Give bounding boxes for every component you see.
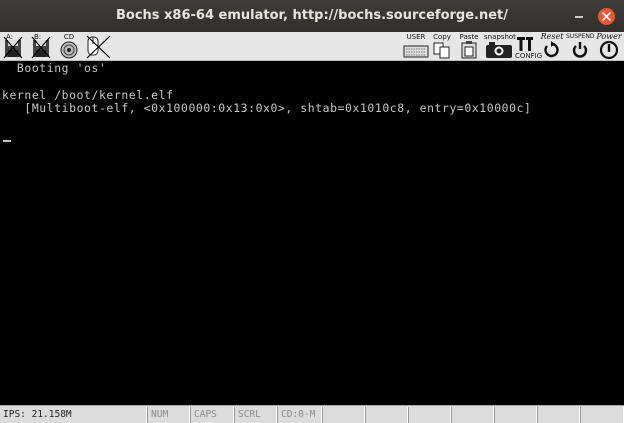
close-icon <box>602 12 611 21</box>
snapshot-icon <box>486 42 512 58</box>
keyboard-icon <box>403 45 429 58</box>
scroll-lock-indicator: SCRL <box>234 407 277 423</box>
caps-lock-indicator: CAPS <box>190 407 234 423</box>
cdrom-status-indicator: CD:0-M <box>277 407 322 423</box>
ips-indicator: IPS: 21.158M <box>0 407 147 423</box>
status-slot <box>365 407 408 423</box>
mouse-button[interactable] <box>84 33 112 60</box>
paste-icon <box>461 41 477 59</box>
floppy-b-label: B: <box>34 33 42 41</box>
window-title: Bochs x86-64 emulator, http://bochs.sour… <box>115 8 509 23</box>
paste-button[interactable]: Paste <box>458 33 480 60</box>
emulator-screen[interactable]: Booting 'os' kernel /boot/kernel.elf [Mu… <box>0 61 624 405</box>
num-lock-indicator: NUM <box>147 407 190 423</box>
mouse-icon <box>86 35 111 59</box>
cdrom-label: CD <box>63 33 75 41</box>
status-slot <box>451 407 494 423</box>
suspend-button[interactable]: SUSPEND <box>566 33 595 60</box>
title-bar: Bochs x86-64 emulator, http://bochs.sour… <box>0 0 624 32</box>
status-bar: IPS: 21.158M NUM CAPS SCRL CD:0-M <box>0 405 624 423</box>
floppy-a-label: A: <box>6 33 14 41</box>
cdrom-button[interactable]: CD <box>58 33 80 60</box>
reset-button[interactable]: Reset <box>540 33 564 60</box>
floppy-a-button[interactable]: A: <box>2 33 24 60</box>
status-slot <box>537 407 580 423</box>
copy-button[interactable]: Copy <box>432 33 452 60</box>
status-slot <box>408 407 451 423</box>
snapshot-button[interactable]: snapshot <box>484 33 516 60</box>
bochs-toolbar: A: B: CD USER Copy Paste snapshot CONFIG… <box>0 32 624 61</box>
text-cursor <box>3 140 11 142</box>
bochs-window: Bochs x86-64 emulator, http://bochs.sour… <box>0 0 624 423</box>
console-line: kernel /boot/kernel.elf <box>2 88 174 102</box>
console-line: Booting 'os' <box>2 61 107 75</box>
suspend-icon <box>572 42 588 58</box>
status-slot <box>494 407 537 423</box>
reset-icon <box>544 41 559 58</box>
config-label: CONFIG <box>515 52 543 60</box>
power-button[interactable]: Power <box>596 33 622 60</box>
config-button[interactable]: CONFIG <box>515 33 543 60</box>
copy-icon <box>433 42 450 59</box>
user-button[interactable]: USER <box>403 33 429 60</box>
power-icon <box>599 40 619 60</box>
floppy-b-button[interactable]: B: <box>30 33 52 60</box>
status-slot <box>580 407 624 423</box>
close-button[interactable] <box>598 8 615 25</box>
status-slot <box>322 407 365 423</box>
minimize-button[interactable] <box>572 9 586 23</box>
console-line: [Multiboot-elf, <0x100000:0x13:0x0>, sht… <box>2 101 532 115</box>
